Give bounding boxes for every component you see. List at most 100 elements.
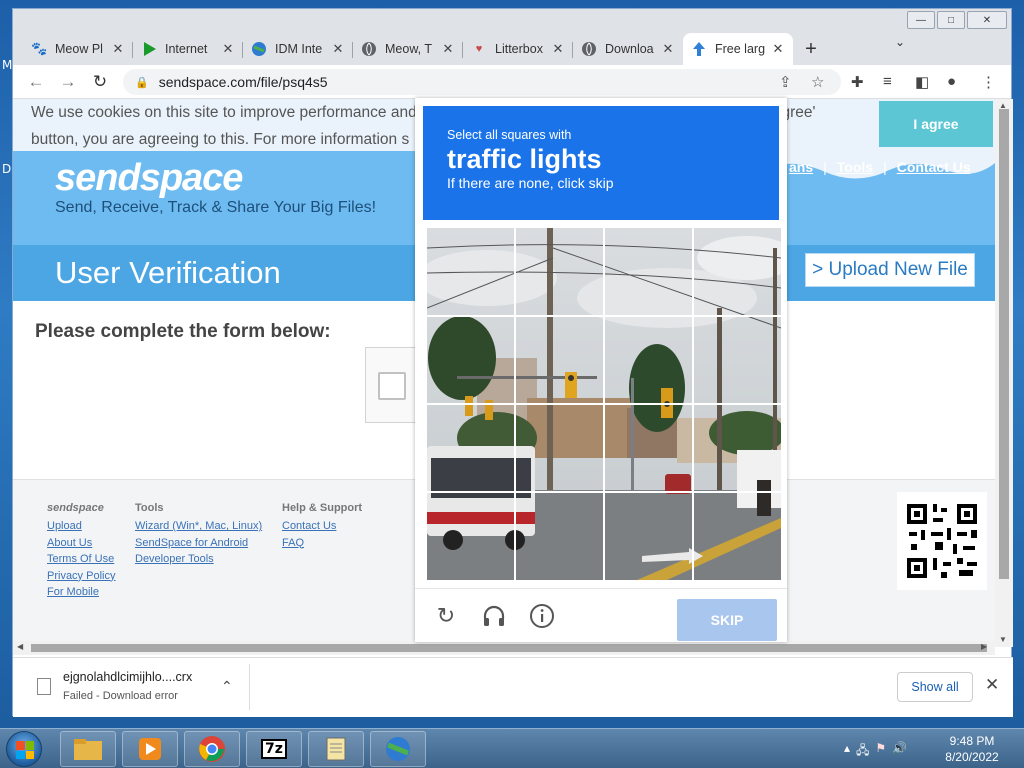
globe-icon [361,41,377,57]
nav-link-plans[interactable]: ans [789,159,813,175]
footer-link-faq[interactable]: FAQ [282,535,362,552]
tab-close-icon[interactable]: ✕ [771,41,785,57]
footer-link-devtools[interactable]: Developer Tools [135,551,262,568]
captcha-tile[interactable] [694,405,781,492]
footer-link-contact[interactable]: Contact Us [282,518,362,535]
captcha-tile[interactable] [427,317,514,404]
recaptcha-checkbox[interactable] [378,372,406,400]
tab-internet[interactable]: Internet ✕ [133,33,243,65]
sendspace-logo[interactable]: sendspace [55,157,243,200]
footer-link-about[interactable]: About Us [47,535,115,552]
footer-link-android[interactable]: SendSpace for Android [135,535,262,552]
close-icon[interactable]: ✕ [985,675,999,695]
scroll-down-icon[interactable]: ▼ [999,635,1007,644]
footer-link-wizard[interactable]: Wizard (Win*, Mac, Linux) [135,518,262,535]
download-bar: ejgnolahdlcimijhlo....crx Failed - Downl… [13,657,1013,717]
tab-close-icon[interactable]: ✕ [331,41,345,57]
captcha-tile[interactable] [605,317,692,404]
tab-close-icon[interactable]: ✕ [551,41,565,57]
tab-litterbox[interactable]: ♥ Litterbox ✕ [463,33,573,65]
captcha-tile[interactable] [516,494,603,581]
horizontal-scrollbar[interactable]: ◀ ▶ [13,641,995,655]
captcha-tile[interactable] [605,494,692,581]
scroll-right-icon[interactable]: ▶ [981,642,987,651]
i-agree-button[interactable]: I agree [879,101,993,147]
scroll-thumb[interactable] [31,644,987,652]
vertical-scrollbar[interactable]: ▲ ▼ [995,99,1013,647]
new-tab-button[interactable]: + [793,33,829,65]
reload-icon[interactable]: ↻ [433,603,459,629]
upload-new-file-button[interactable]: > Upload New File [805,253,975,287]
idm-icon [251,41,267,57]
skip-button[interactable]: SKIP [677,599,777,641]
tab-close-icon[interactable]: ✕ [221,41,235,57]
scroll-left-icon[interactable]: ◀ [17,642,23,651]
taskbar-explorer[interactable] [60,731,116,767]
captcha-tile[interactable] [516,405,603,492]
captcha-tile[interactable] [605,405,692,492]
globe-icon [581,41,597,57]
taskbar-chrome[interactable] [184,731,240,767]
reload-icon[interactable]: ↻ [89,71,111,93]
download-filename[interactable]: ejgnolahdlcimijhlo....crx [63,670,192,684]
tab-close-icon[interactable]: ✕ [441,41,455,57]
captcha-tile[interactable] [427,494,514,581]
url-text[interactable]: sendspace.com/file/psq4s5 [159,74,328,90]
tab-close-icon[interactable]: ✕ [111,41,125,57]
network-icon[interactable]: 🖧 [856,741,869,762]
taskbar-media-player[interactable] [122,731,178,767]
tab-idm[interactable]: IDM Inte ✕ [243,33,353,65]
desktop-icon-label[interactable]: M [2,58,12,72]
captcha-tile[interactable] [694,317,781,404]
tab-search-chevron-icon[interactable]: ⌄ [895,35,905,49]
show-all-button[interactable]: Show all [897,672,973,702]
profile-avatar-icon[interactable]: ● [947,73,956,90]
captcha-tile[interactable] [516,317,603,404]
captcha-instruction: Select all squares with [447,128,572,142]
desktop-icon-label[interactable]: D [2,162,11,176]
taskbar-notepad[interactable] [308,731,364,767]
back-arrow-icon[interactable]: ← [25,71,47,93]
share-icon[interactable]: ⇪ [779,73,792,91]
captcha-tile[interactable] [427,405,514,492]
clock[interactable]: 9:48 PM 8/20/2022 [934,733,1010,765]
forward-arrow-icon[interactable]: → [57,71,79,93]
captcha-tile[interactable] [516,228,603,315]
footer-link-privacy[interactable]: Privacy Policy [47,568,115,585]
captcha-tile[interactable] [694,494,781,581]
captcha-tile[interactable] [427,228,514,315]
scroll-thumb[interactable] [999,109,1009,579]
nav-link-contact[interactable]: Contact Us [897,159,971,175]
tab-meow-pl[interactable]: 🐾 Meow Pl ✕ [23,33,133,65]
tab-close-icon[interactable]: ✕ [661,41,675,57]
lock-icon[interactable]: 🔒 [135,76,149,89]
footer-link-upload[interactable]: Upload [47,518,115,535]
media-control-icon[interactable]: ≡ [883,73,892,90]
menu-kebab-icon[interactable]: ⋮ [981,73,996,91]
extensions-puzzle-icon[interactable]: ✚ [851,73,864,91]
taskbar-idm[interactable] [370,731,426,767]
side-panel-icon[interactable]: ◧ [915,73,929,91]
tab-free-large[interactable]: Free larg ✕ [683,33,793,65]
flag-icon[interactable]: ⚑ [875,741,886,762]
chevron-up-icon[interactable]: ⌃ [221,678,233,695]
headphones-icon[interactable] [481,603,507,629]
volume-icon[interactable]: 🔊 [892,741,907,762]
start-button[interactable] [6,731,42,767]
tab-meow-t[interactable]: Meow, T ✕ [353,33,463,65]
info-icon[interactable] [529,603,555,629]
footer-link-mobile[interactable]: For Mobile [47,584,115,601]
nav-link-tools[interactable]: Tools [837,159,873,175]
maximize-button[interactable]: □ [937,11,965,29]
taskbar-7zip[interactable]: 7z [246,731,302,767]
tab-label: Internet [165,42,208,56]
footer-link-terms[interactable]: Terms Of Use [47,551,115,568]
minimize-button[interactable]: — [907,11,935,29]
captcha-tile[interactable] [605,228,692,315]
tab-download[interactable]: Downloa ✕ [573,33,683,65]
captcha-tile[interactable] [694,228,781,315]
tray-expand-icon[interactable]: ▴ [844,741,850,762]
address-bar[interactable]: 🔒 sendspace.com/file/psq4s5 [123,69,841,95]
bookmark-star-icon[interactable]: ☆ [811,73,824,91]
close-window-button[interactable]: ✕ [967,11,1007,29]
